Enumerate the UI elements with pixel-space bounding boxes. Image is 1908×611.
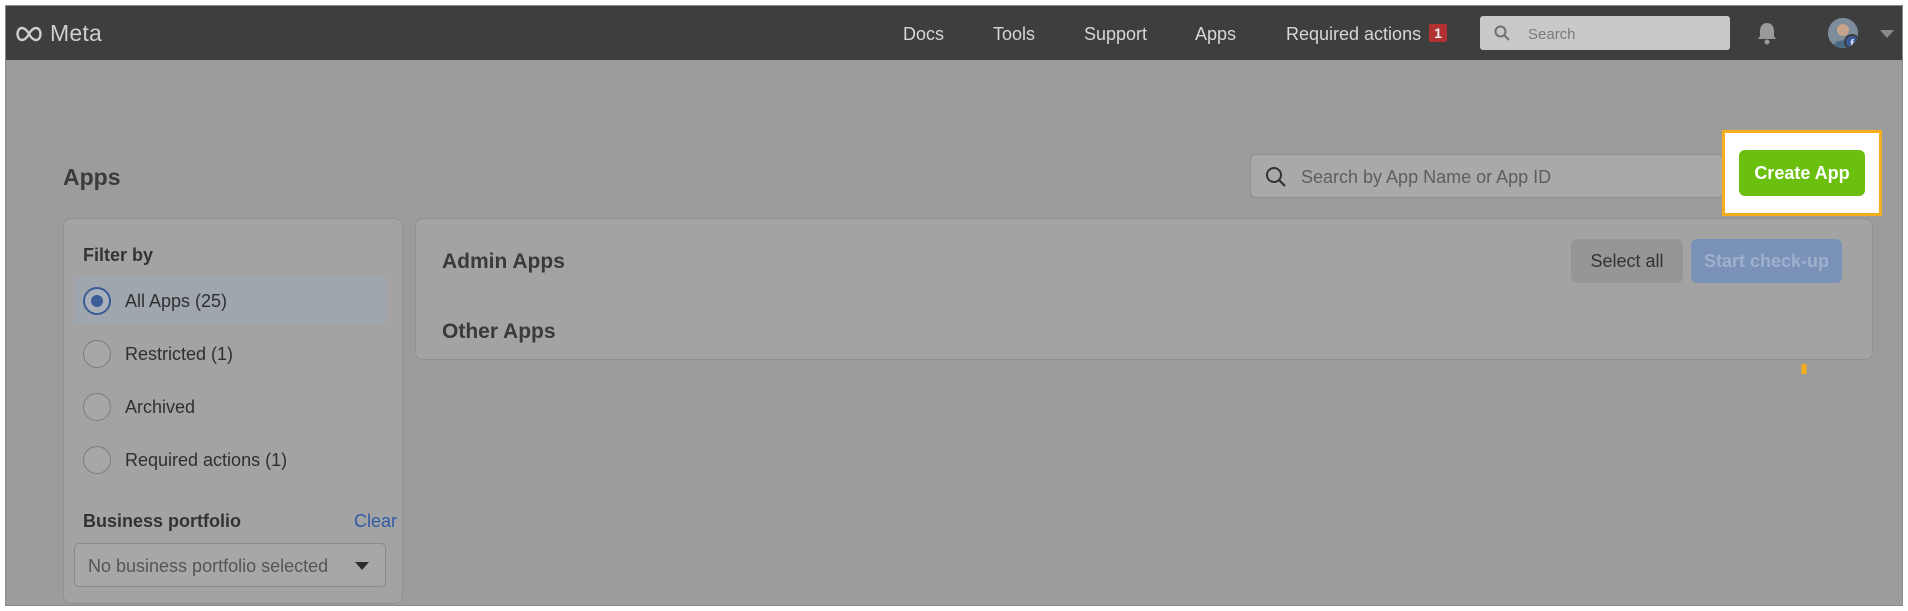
- search-icon: [1266, 167, 1286, 187]
- filter-title: Filter by: [83, 245, 154, 265]
- filter-panel: Filter by All Apps (25) Restricted (1) A…: [63, 218, 403, 604]
- radio-button[interactable]: [83, 287, 111, 315]
- chevron-down-icon: [355, 562, 369, 570]
- filter-option-all-apps[interactable]: All Apps (25): [74, 277, 386, 325]
- admin-apps-title: Admin Apps: [442, 250, 565, 273]
- nav-search-box[interactable]: [1480, 16, 1730, 50]
- filter-option-label: Restricted (1): [125, 344, 234, 364]
- business-portfolio-selected-value: No business portfolio selected: [88, 556, 329, 576]
- filter-option-label: Archived: [125, 397, 196, 417]
- required-actions-badge: 1: [1429, 24, 1447, 42]
- nav-link-support[interactable]: Support: [1084, 24, 1147, 45]
- required-actions-label: Required actions: [1286, 24, 1422, 44]
- select-all-button[interactable]: Select all: [1571, 239, 1683, 283]
- filter-option-label: Required actions (1): [125, 450, 288, 470]
- nav-link-tools[interactable]: Tools: [993, 24, 1035, 45]
- nav-link-apps[interactable]: Apps: [1195, 24, 1236, 45]
- nav-link-required-actions[interactable]: Required actions 1: [1286, 24, 1447, 45]
- business-portfolio-title: Business portfolio: [83, 511, 242, 531]
- nav-link-docs[interactable]: Docs: [903, 24, 944, 45]
- radio-button[interactable]: [83, 340, 111, 368]
- other-apps-title: Other Apps: [442, 320, 556, 343]
- create-app-button[interactable]: Create App: [1739, 150, 1865, 196]
- start-checkup-button[interactable]: Start check-up: [1691, 239, 1842, 283]
- app-search-input[interactable]: [1299, 163, 1713, 191]
- apps-list-panel: Admin Apps Select all Start check-up Oth…: [415, 218, 1873, 360]
- radio-button[interactable]: [83, 446, 111, 474]
- filter-option-restricted[interactable]: Restricted (1): [74, 330, 386, 378]
- business-portfolio-select[interactable]: No business portfolio selected: [74, 543, 386, 587]
- account-menu-chevron-down-icon[interactable]: [1880, 30, 1894, 38]
- app-window: Meta Docs Tools Support Apps Required ac…: [6, 6, 1902, 605]
- app-search-box[interactable]: [1250, 154, 1724, 198]
- page-scrollbar[interactable]: [1892, 60, 1902, 605]
- filter-option-archived[interactable]: Archived: [74, 383, 386, 431]
- meta-infinity-icon: [16, 26, 42, 41]
- meta-logo[interactable]: Meta: [14, 20, 102, 47]
- nav-search-input[interactable]: [1526, 20, 1720, 48]
- notifications-bell-icon[interactable]: [1756, 21, 1778, 45]
- search-icon: [1494, 25, 1510, 41]
- filter-option-label: All Apps (25): [125, 291, 228, 311]
- create-app-highlight: Create App: [1722, 130, 1882, 216]
- top-nav-bar: Meta Docs Tools Support Apps Required ac…: [6, 6, 1902, 60]
- filter-option-required-actions[interactable]: Required actions (1): [74, 436, 386, 484]
- radio-button[interactable]: [83, 393, 111, 421]
- clear-filter-link[interactable]: Clear: [354, 511, 397, 532]
- user-avatar[interactable]: f: [1828, 18, 1858, 48]
- facebook-badge-icon: f: [1844, 34, 1858, 48]
- logo-text: Meta: [50, 20, 102, 46]
- page-title: Apps: [63, 164, 121, 190]
